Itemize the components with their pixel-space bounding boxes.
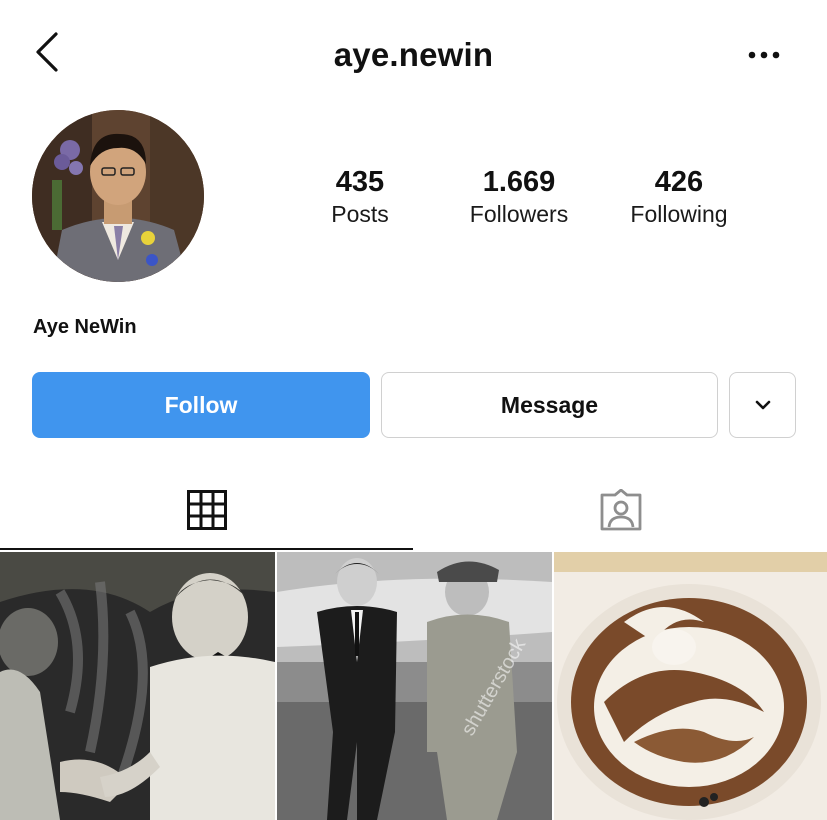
chevron-left-icon — [36, 32, 58, 72]
stat-label: Followers — [469, 201, 569, 227]
stat-value: 1.669 — [482, 166, 556, 198]
active-tab-indicator — [0, 548, 413, 550]
stat-label: Following — [630, 201, 728, 227]
stat-following[interactable]: 426 Following — [604, 165, 754, 229]
stat-posts[interactable]: 435 Posts — [285, 165, 435, 229]
back-button[interactable] — [28, 30, 68, 74]
post-thumbnail[interactable] — [0, 552, 275, 820]
stat-label: Posts — [331, 201, 389, 227]
tagged-person-icon — [600, 489, 641, 531]
message-button[interactable]: Message — [381, 372, 718, 438]
photo-latte-art-image — [554, 552, 827, 820]
photo-handshake-image — [0, 552, 275, 820]
stat-value: 426 — [654, 166, 704, 198]
tab-tagged[interactable] — [414, 470, 827, 550]
profile-tabs — [0, 470, 827, 550]
post-thumbnail[interactable]: shutterstock — [277, 552, 552, 820]
follow-button[interactable]: Follow — [32, 372, 370, 438]
posts-grid: shutterstock — [0, 552, 827, 820]
stat-value: 435 — [335, 166, 385, 198]
post-thumbnail[interactable] — [554, 552, 827, 820]
stat-followers[interactable]: 1.669 Followers — [444, 165, 594, 229]
page-title: aye.newin — [333, 36, 494, 73]
suggested-accounts-button[interactable] — [729, 372, 796, 438]
display-name: Aye NeWin — [33, 316, 137, 338]
profile-photo — [32, 110, 204, 282]
tab-posts-grid[interactable] — [0, 470, 413, 550]
chevron-down-icon — [755, 400, 770, 410]
top-bar: aye.newin — [0, 0, 827, 110]
more-horizontal-icon — [748, 51, 780, 59]
more-options-button[interactable] — [744, 42, 784, 68]
photo-airport-walk-image: shutterstock — [277, 552, 552, 820]
grid-icon — [186, 490, 227, 530]
avatar[interactable] — [32, 110, 204, 282]
